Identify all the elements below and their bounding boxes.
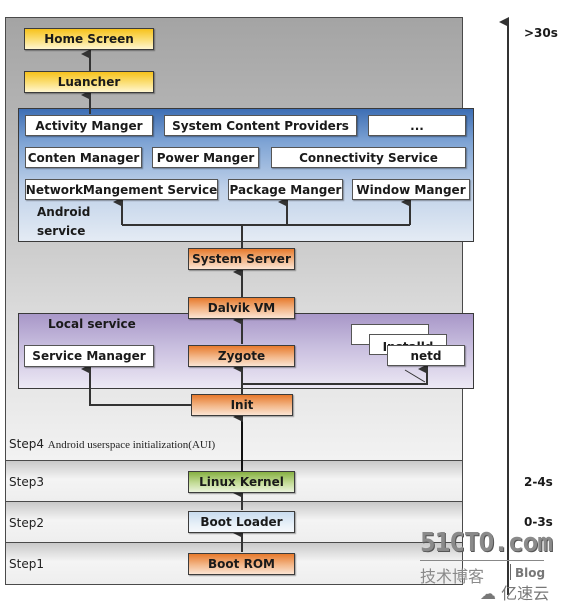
watermark-brand: ☁ 亿速云	[480, 580, 549, 604]
step3-label: Step3	[9, 475, 44, 489]
watermark-brand-text: 亿速云	[501, 584, 550, 603]
linux-kernel-node: Linux Kernel	[188, 471, 295, 493]
system-content-providers-node: System Content Providers	[164, 115, 357, 136]
home-screen-node: Home Screen	[24, 28, 154, 50]
watermark-blog: Blog	[515, 566, 546, 580]
step4-label: Step4 Android userspace initialization(A…	[9, 437, 215, 451]
watermark-vertical-divider	[510, 564, 511, 580]
boot-rom-node: Boot ROM	[188, 553, 295, 575]
step1-label: Step1	[9, 557, 44, 571]
boot-loader-node: Boot Loader	[188, 511, 295, 533]
time-label-0-3s: 0-3s	[524, 515, 553, 529]
zygote-node: Zygote	[188, 345, 295, 367]
connectivity-service-node: Connectivity Service	[271, 147, 466, 168]
window-manager-node: Window Manger	[352, 179, 470, 200]
dalvik-vm-node: Dalvik VM	[188, 297, 295, 319]
power-manager-node: Power Manger	[152, 147, 259, 168]
netd-node: netd	[387, 345, 465, 366]
content-manager-node: Conten Manager	[25, 147, 142, 168]
arrow-init-to-service-manager	[81, 364, 192, 406]
step4-title: Step4	[9, 437, 44, 451]
step2-label: Step2	[9, 516, 44, 530]
watermark-tagline: 技术博客	[420, 567, 485, 586]
package-manager-node: Package Manger	[228, 179, 343, 200]
more-services-node: ...	[368, 115, 466, 136]
line-installd-to-init	[404, 369, 426, 383]
watermark-divider	[420, 560, 544, 561]
time-label-over-30s: >30s	[524, 26, 558, 40]
step4-description: Android userspace initialization(AUI)	[47, 439, 216, 451]
system-server-node: System Server	[188, 248, 295, 270]
init-node: Init	[191, 394, 293, 416]
watermark-site: 51CTO.com	[420, 528, 553, 558]
arrow-init-to-netd	[242, 364, 428, 385]
network-management-service-node: NetworkMangement Service	[25, 179, 218, 200]
launcher-node: Luancher	[24, 71, 154, 93]
activity-manager-node: Activity Manger	[25, 115, 153, 136]
time-label-2-4s: 2-4s	[524, 475, 553, 489]
service-manager-node: Service Manager	[24, 345, 154, 367]
cloud-logo-icon: ☁	[480, 584, 496, 603]
